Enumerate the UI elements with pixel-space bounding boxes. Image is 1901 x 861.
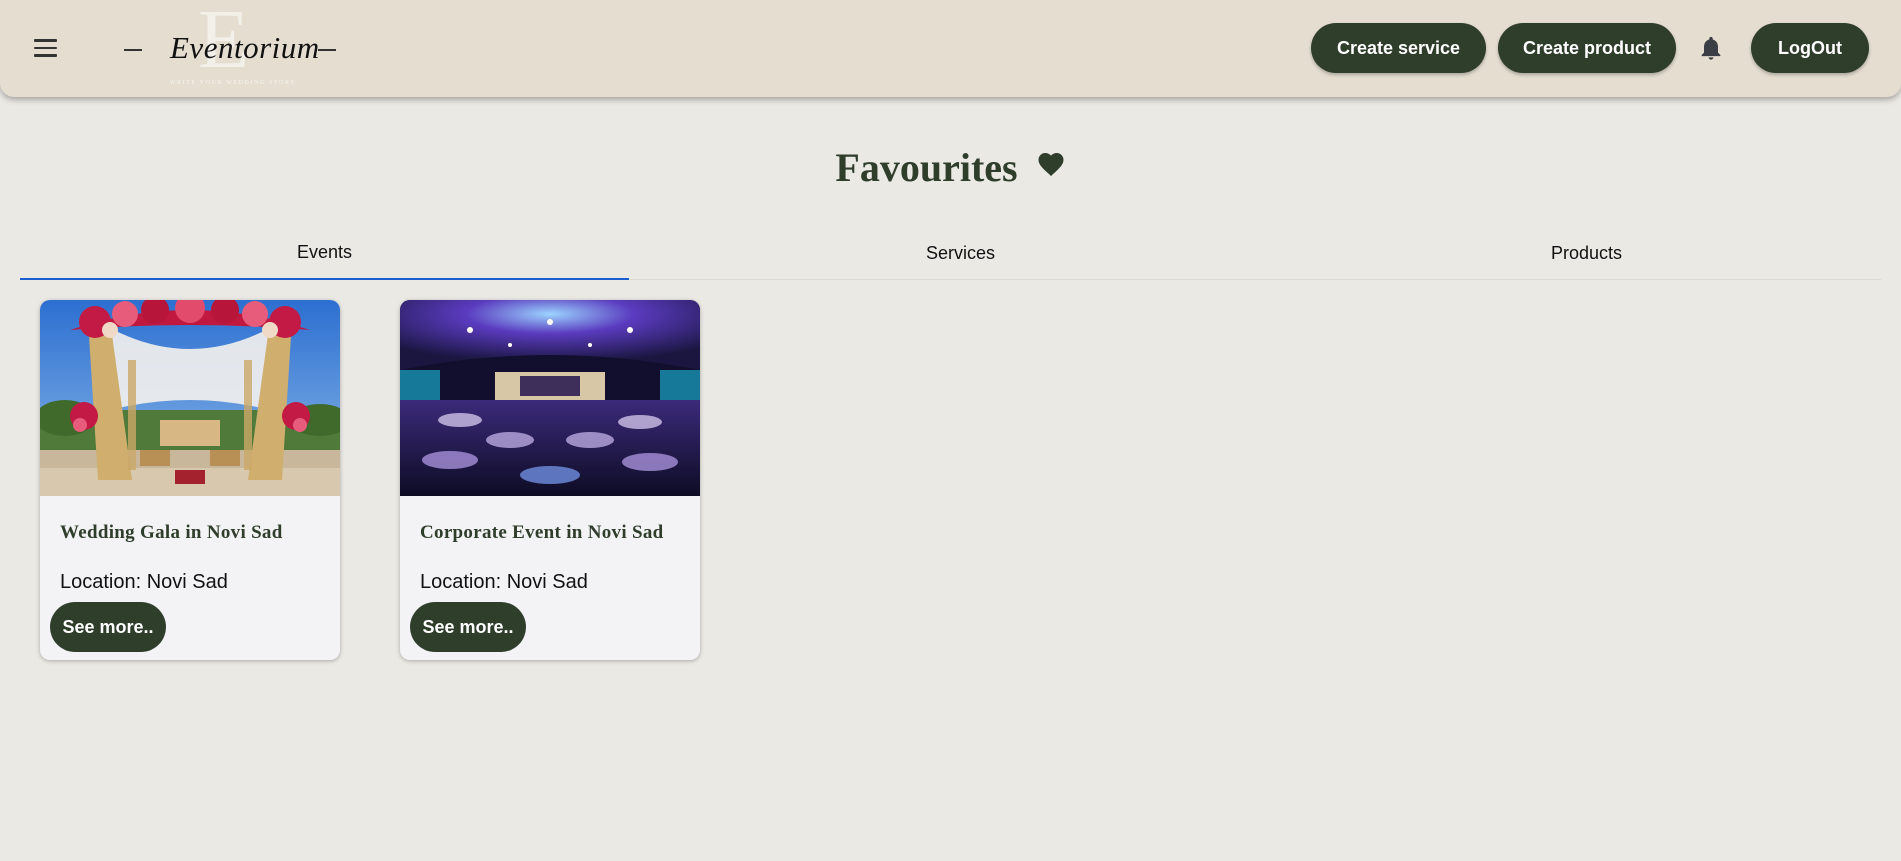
heart-icon — [1038, 153, 1064, 176]
logo-dash-right — [318, 49, 336, 51]
hamburger-menu-icon[interactable] — [26, 30, 64, 66]
ballroom-event-image — [400, 300, 700, 496]
card-title: Wedding Gala in Novi Sad — [60, 522, 283, 543]
logo-tagline: WRITE YOUR WEDDING STORY — [169, 80, 297, 86]
card-location: Location: Novi Sad — [420, 571, 588, 593]
favourites-tabs: Events Services Products — [20, 226, 1881, 280]
see-more-button[interactable]: See more.. — [50, 602, 166, 652]
page-title: Favourites — [0, 144, 1901, 191]
logo-dash-left — [124, 49, 142, 51]
wedding-mandap-image — [40, 300, 340, 496]
tab-services[interactable]: Services — [629, 226, 1292, 280]
card-location: Location: Novi Sad — [60, 571, 228, 593]
create-product-button[interactable]: Create product — [1498, 23, 1676, 73]
eventorium-logo[interactable]: E Eventorium WRITE YOUR WEDDING STORY — [118, 0, 348, 92]
create-service-button[interactable]: Create service — [1311, 23, 1486, 73]
page-title-text: Favourites — [835, 145, 1018, 190]
logo-wordmark: Eventorium — [170, 30, 320, 65]
card-title: Corporate Event in Novi Sad — [420, 522, 664, 543]
logout-button[interactable]: LogOut — [1751, 23, 1869, 73]
bell-icon[interactable] — [1697, 34, 1725, 62]
top-navbar: E Eventorium WRITE YOUR WEDDING STORY Cr… — [0, 0, 1901, 97]
tab-products[interactable]: Products — [1292, 226, 1881, 280]
see-more-button[interactable]: See more.. — [410, 602, 526, 652]
event-card: Wedding Gala in Novi Sad Location: Novi … — [40, 300, 340, 660]
tab-events[interactable]: Events — [20, 226, 629, 280]
event-card: Corporate Event in Novi Sad Location: No… — [400, 300, 700, 660]
